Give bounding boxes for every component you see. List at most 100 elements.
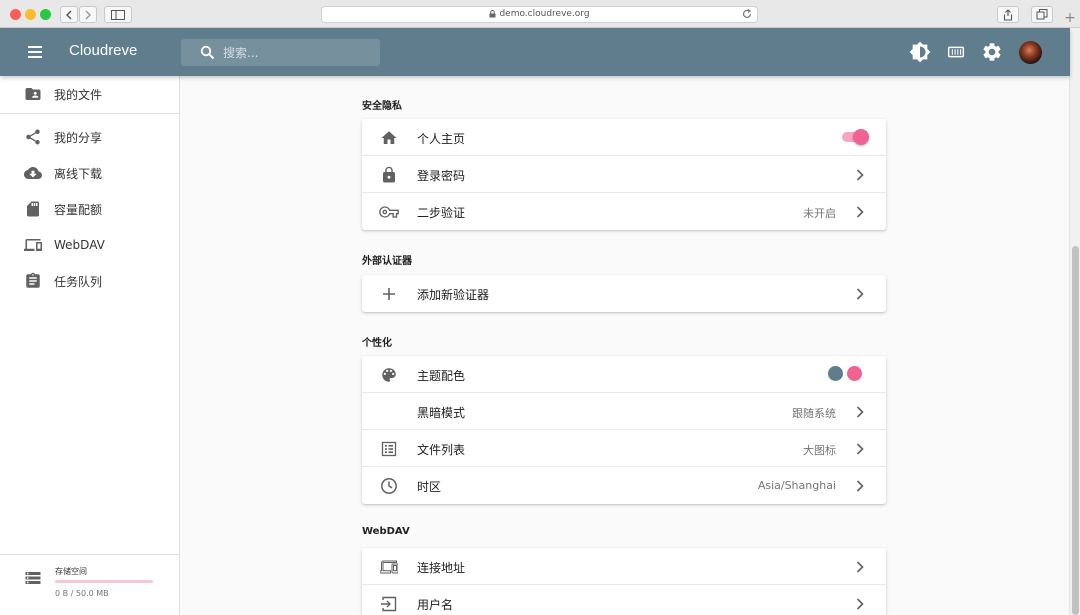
folder-account-icon (24, 85, 42, 103)
browser-sidebar-button[interactable] (104, 6, 132, 23)
settings-button[interactable] (981, 41, 1003, 63)
accent-color-swatch (847, 366, 862, 381)
cloud-download-icon (24, 164, 42, 182)
security-card: 个人主页 登录密码 二步验证 未开启 (362, 119, 886, 230)
theme-toggle-button[interactable] (909, 41, 931, 63)
chevron-right-icon (856, 598, 864, 610)
chevron-right-icon (856, 288, 864, 300)
key-icon (379, 202, 399, 222)
clock-icon (379, 476, 399, 496)
sidebar-item-label: 离线下载 (54, 166, 103, 181)
row-label: 连接地址 (417, 561, 466, 575)
file-list-row[interactable]: 文件列表 大图标 (362, 430, 886, 467)
list-icon (379, 439, 399, 459)
view-module-icon (947, 46, 965, 58)
menu-button[interactable] (24, 42, 48, 62)
dark-mode-row[interactable]: 黑暗模式 跟随系统 (362, 393, 886, 430)
address-bar[interactable]: demo.cloudreve.org (321, 6, 758, 23)
sidebar-item-quota[interactable]: 容量配额 (0, 191, 179, 227)
chevron-right-icon (856, 443, 864, 455)
row-label: 时区 (417, 480, 442, 494)
timezone-row[interactable]: 时区 Asia/Shanghai (362, 467, 886, 504)
url-text: demo.cloudreve.org (499, 9, 590, 19)
devices-icon (24, 236, 42, 254)
sidebar-item-label: 我的分享 (54, 130, 103, 145)
row-label: 用户名 (417, 598, 454, 612)
sidebar-item-label: WebDAV (54, 238, 105, 252)
gear-icon (983, 43, 1001, 61)
login-password-row[interactable]: 登录密码 (362, 156, 886, 193)
share-icon (1003, 9, 1013, 21)
section-title-security: 安全隐私 (362, 101, 402, 112)
chevron-right-icon (856, 561, 864, 573)
share-icon (24, 128, 42, 146)
clipboard-list-icon (24, 272, 42, 290)
row-value: Asia/Shanghai (757, 479, 836, 492)
scrollbar-thumb[interactable] (1072, 246, 1079, 615)
close-window-button[interactable] (10, 9, 21, 20)
section-title-personalization: 个性化 (362, 338, 392, 349)
page-scrollbar[interactable] (1069, 28, 1080, 615)
sidebar-item-my-shares[interactable]: 我的分享 (0, 119, 179, 155)
brightness-icon (909, 41, 931, 63)
row-label: 添加新验证器 (417, 288, 490, 302)
sidebar-item-offline-download[interactable]: 离线下载 (0, 155, 179, 191)
sidebar-item-my-files[interactable]: 我的文件 (0, 76, 179, 112)
chevron-right-icon (856, 169, 864, 181)
search-box[interactable] (181, 39, 380, 66)
tab-overview-button[interactable] (1031, 6, 1053, 23)
row-label: 个人主页 (417, 132, 466, 146)
search-icon (200, 45, 215, 60)
storage-usage-text: 0 B / 50.0 MB (55, 589, 109, 598)
webdav-card: 连接地址 用户名 (362, 548, 886, 615)
home-icon (379, 128, 399, 148)
section-title-authenticators: 外部认证器 (362, 256, 412, 267)
row-label: 文件列表 (417, 443, 466, 457)
app-bar: Cloudreve (0, 28, 1070, 76)
new-tab-icon[interactable]: + (1062, 10, 1078, 26)
chevron-right-icon (856, 480, 864, 492)
profile-page-row[interactable]: 个人主页 (362, 119, 886, 156)
username-row[interactable]: 用户名 (362, 585, 886, 615)
section-title-webdav: WebDAV (362, 526, 410, 537)
sidebar-item-label: 我的文件 (54, 87, 103, 102)
plus-icon (379, 284, 399, 304)
browser-back-button[interactable] (60, 6, 78, 23)
sidebar: 我的文件 我的分享 离线下载 容量配额 WebDAV 任务队列 存储空间 0 B… (0, 76, 180, 615)
login-icon (379, 594, 399, 614)
sidebar-item-task-queue[interactable]: 任务队列 (0, 263, 179, 299)
storage-panel[interactable]: 存储空间 0 B / 50.0 MB (0, 554, 179, 615)
storage-icon (25, 572, 41, 584)
app-title[interactable]: Cloudreve (69, 42, 137, 59)
zoom-window-button[interactable] (40, 9, 51, 20)
reload-icon[interactable] (741, 8, 753, 20)
row-value: 跟随系统 (792, 407, 836, 420)
browser-toolbar: demo.cloudreve.org + (0, 0, 1080, 28)
sidebar-item-webdav[interactable]: WebDAV (0, 227, 179, 263)
chevron-right-icon (856, 406, 864, 418)
view-mode-button[interactable] (945, 41, 967, 63)
storage-title: 存储空间 (55, 567, 87, 576)
row-label: 登录密码 (417, 169, 466, 183)
connection-address-row[interactable]: 连接地址 (362, 548, 886, 585)
profile-page-toggle[interactable] (840, 129, 869, 145)
sd-card-icon (24, 200, 42, 218)
chevron-left-icon (66, 10, 72, 20)
browser-forward-button[interactable] (79, 6, 97, 23)
share-button[interactable] (997, 6, 1019, 23)
add-authenticator-row[interactable]: 添加新验证器 (362, 275, 886, 312)
minimize-window-button[interactable] (25, 9, 36, 20)
theme-color-row[interactable]: 主题配色 (362, 356, 886, 393)
row-label: 黑暗模式 (417, 406, 466, 420)
user-avatar[interactable] (1019, 41, 1042, 64)
lock-icon (379, 165, 399, 185)
sidebar-item-label: 容量配额 (54, 202, 103, 217)
devices-icon (379, 557, 399, 577)
search-input[interactable] (223, 44, 363, 61)
personalization-card: 主题配色 黑暗模式 跟随系统 文件列表 大图标 时区 Asia/Shanghai (362, 356, 886, 504)
primary-color-swatch (828, 366, 843, 381)
two-factor-row[interactable]: 二步验证 未开启 (362, 193, 886, 230)
toggle-thumb (853, 129, 869, 145)
tabs-icon (1036, 9, 1048, 20)
sidebar-icon (111, 10, 125, 20)
